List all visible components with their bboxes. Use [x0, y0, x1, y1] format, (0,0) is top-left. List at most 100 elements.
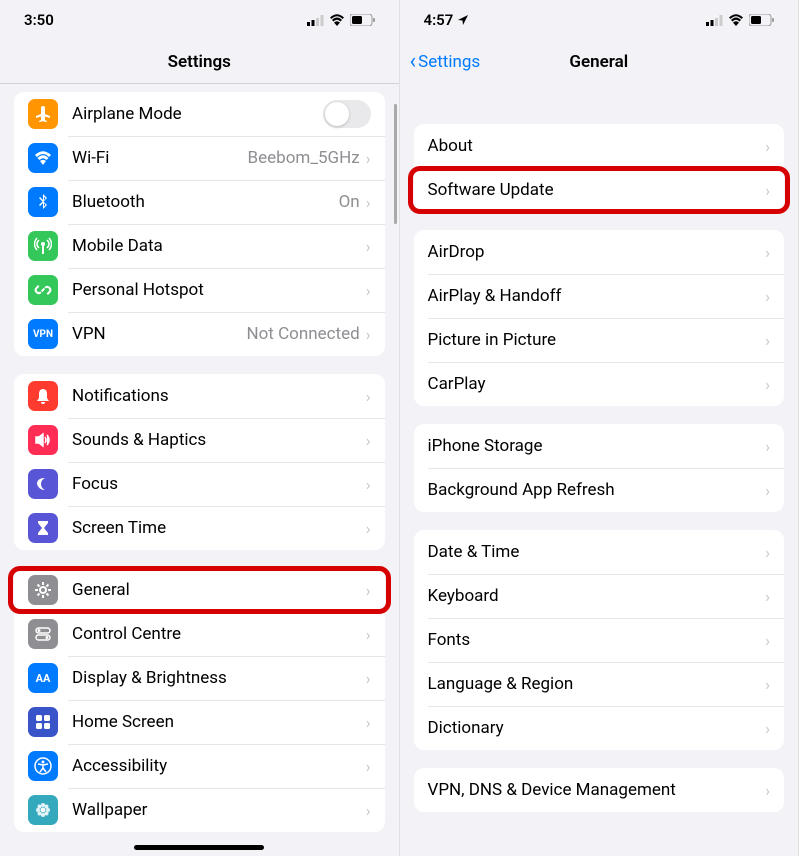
chevron-right-icon: › — [366, 431, 371, 450]
status-time: 4:57 — [424, 11, 454, 29]
chevron-right-icon: › — [765, 631, 770, 650]
toggle-switch[interactable] — [323, 100, 371, 128]
row-label: Control Centre — [72, 624, 366, 644]
accessibility-icon — [28, 751, 58, 781]
row-label: Date & Time — [428, 542, 766, 562]
row-mobiledata[interactable]: Mobile Data› — [14, 224, 385, 268]
row-label: Background App Refresh — [428, 480, 766, 500]
row-label: VPN, DNS & Device Management — [428, 780, 766, 800]
wifi-status-icon — [329, 14, 345, 26]
nav-bar: Settings — [0, 40, 399, 84]
row-hotspot[interactable]: Personal Hotspot› — [14, 268, 385, 312]
chevron-right-icon: › — [765, 587, 770, 606]
status-time: 3:50 — [24, 11, 54, 29]
row-pip[interactable]: Picture in Picture› — [414, 318, 785, 362]
row-vpn[interactable]: VPNVPNNot Connected› — [14, 312, 385, 356]
chevron-right-icon: › — [765, 181, 770, 200]
chevron-right-icon: › — [366, 519, 371, 538]
switches-icon — [28, 619, 58, 649]
row-notifications[interactable]: Notifications› — [14, 374, 385, 418]
row-label: Fonts — [428, 630, 766, 650]
chevron-right-icon: › — [366, 475, 371, 494]
chevron-right-icon: › — [765, 331, 770, 350]
row-label: VPN — [72, 324, 246, 344]
row-bluetooth[interactable]: BluetoothOn› — [14, 180, 385, 224]
chevron-right-icon: › — [366, 669, 371, 688]
row-dictionary[interactable]: Dictionary› — [414, 706, 785, 750]
bluetooth-icon — [28, 187, 58, 217]
row-about[interactable]: About› — [414, 124, 785, 168]
speaker-icon — [28, 425, 58, 455]
section: Notifications›Sounds & Haptics›Focus›Scr… — [14, 374, 385, 550]
row-label: iPhone Storage — [428, 436, 766, 456]
row-wallpaper[interactable]: Wallpaper› — [14, 788, 385, 832]
battery-icon — [350, 14, 375, 26]
row-label: Focus — [72, 474, 366, 494]
chevron-right-icon: › — [366, 757, 371, 776]
row-airplay[interactable]: AirPlay & Handoff› — [414, 274, 785, 318]
chevron-right-icon: › — [765, 719, 770, 738]
chevron-left-icon: ‹ — [410, 51, 417, 73]
chevron-right-icon: › — [765, 243, 770, 262]
status-indicators — [307, 14, 375, 26]
home-indicator[interactable] — [134, 845, 264, 850]
row-keyboard[interactable]: Keyboard› — [414, 574, 785, 618]
row-value: Not Connected — [246, 324, 359, 344]
moon-icon — [28, 469, 58, 499]
row-fonts[interactable]: Fonts› — [414, 618, 785, 662]
row-label: AirDrop — [428, 242, 766, 262]
back-button[interactable]: ‹ Settings — [410, 40, 481, 84]
cellular-icon — [706, 15, 723, 26]
nav-bar: ‹ Settings General — [400, 40, 799, 84]
row-display[interactable]: AADisplay & Brightness› — [14, 656, 385, 700]
airplane-icon — [28, 99, 58, 129]
row-datetime[interactable]: Date & Time› — [414, 530, 785, 574]
general-screen: 4:57 ‹ Settings General About›Software U… — [400, 0, 799, 856]
general-content[interactable]: About›Software Update›AirDrop›AirPlay & … — [400, 84, 799, 856]
chevron-right-icon: › — [765, 375, 770, 394]
row-label: About — [428, 136, 766, 156]
row-accessibility[interactable]: Accessibility› — [14, 744, 385, 788]
location-icon — [457, 14, 469, 26]
hourglass-icon — [28, 513, 58, 543]
row-homescreen[interactable]: Home Screen› — [14, 700, 385, 744]
row-label: Mobile Data — [72, 236, 366, 256]
row-airplane[interactable]: Airplane Mode — [14, 92, 385, 136]
row-storage[interactable]: iPhone Storage› — [414, 424, 785, 468]
scroll-indicator[interactable] — [394, 104, 397, 224]
row-label: Personal Hotspot — [72, 280, 366, 300]
settings-content[interactable]: Airplane Mode Wi-FiBeebom_5GHz›BluetoothO… — [0, 84, 399, 856]
chevron-right-icon: › — [366, 193, 371, 212]
row-controlcentre[interactable]: Control Centre› — [14, 612, 385, 656]
flower-icon — [28, 795, 58, 825]
chevron-right-icon: › — [366, 801, 371, 820]
chevron-right-icon: › — [366, 625, 371, 644]
row-label: Language & Region — [428, 674, 766, 694]
row-bgrefresh[interactable]: Background App Refresh› — [414, 468, 785, 512]
chevron-right-icon: › — [366, 581, 371, 600]
row-carplay[interactable]: CarPlay› — [414, 362, 785, 406]
row-focus[interactable]: Focus› — [14, 462, 385, 506]
row-airdrop[interactable]: AirDrop› — [414, 230, 785, 274]
settings-screen: 3:50 Settings Airplane Mode Wi-FiBeebom_5… — [0, 0, 400, 856]
row-label: General — [72, 580, 366, 600]
chevron-right-icon: › — [765, 137, 770, 156]
chevron-right-icon: › — [765, 437, 770, 456]
wifi-status-icon — [728, 14, 744, 26]
row-general[interactable]: General› — [14, 568, 385, 612]
row-language[interactable]: Language & Region› — [414, 662, 785, 706]
row-sounds[interactable]: Sounds & Haptics› — [14, 418, 385, 462]
row-label: Screen Time — [72, 518, 366, 538]
row-vpndns[interactable]: VPN, DNS & Device Management› — [414, 768, 785, 812]
row-softwareupdate[interactable]: Software Update› — [414, 168, 785, 212]
chevron-right-icon: › — [366, 713, 371, 732]
chevron-right-icon: › — [366, 281, 371, 300]
antenna-icon — [28, 231, 58, 261]
row-label: Home Screen — [72, 712, 366, 732]
row-label: Airplane Mode — [72, 104, 323, 124]
row-screentime[interactable]: Screen Time› — [14, 506, 385, 550]
section: iPhone Storage›Background App Refresh› — [414, 424, 785, 512]
row-wifi[interactable]: Wi-FiBeebom_5GHz› — [14, 136, 385, 180]
section: VPN, DNS & Device Management› — [414, 768, 785, 812]
row-label: Wi-Fi — [72, 148, 248, 168]
